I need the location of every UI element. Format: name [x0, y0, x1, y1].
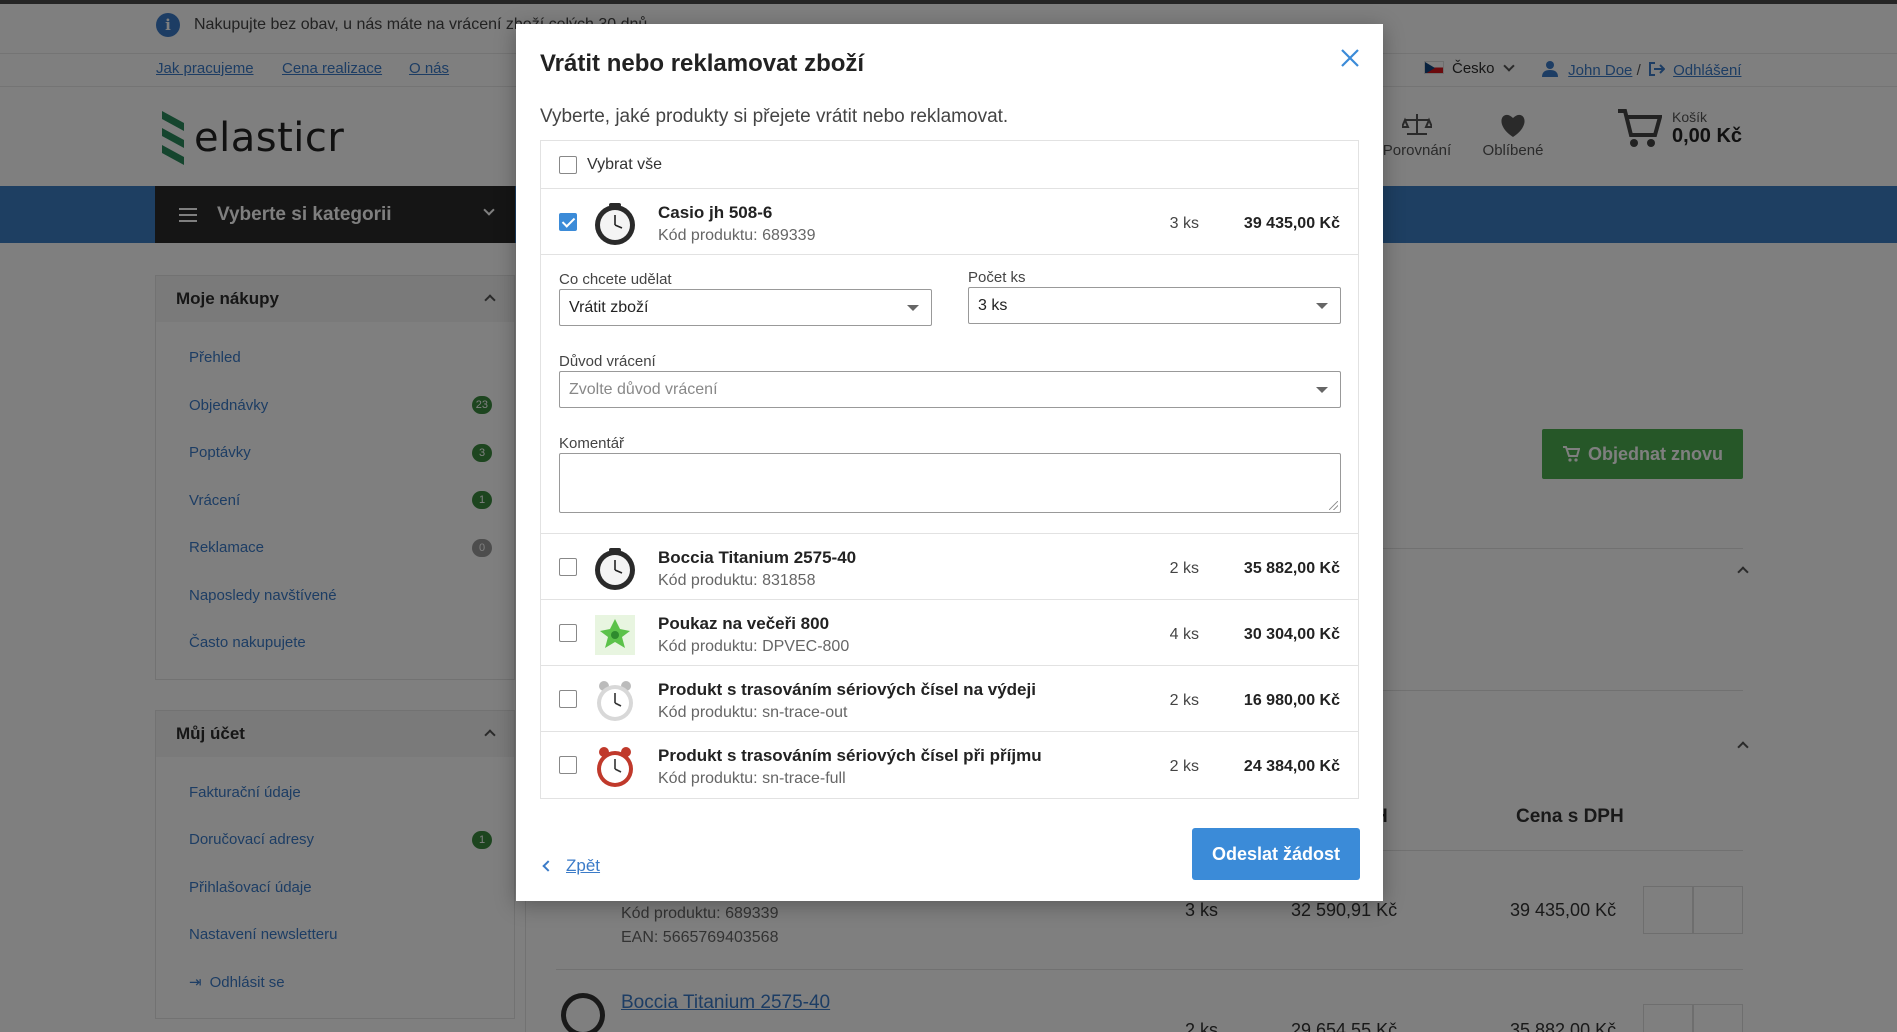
product-row: Produkt s trasováním sériových čísel při… — [541, 732, 1358, 798]
action-select[interactable]: Vrátit zboží — [559, 289, 932, 326]
submit-request-button[interactable]: Odeslat žádost — [1192, 828, 1360, 880]
back-link[interactable]: Zpět — [540, 856, 600, 876]
resize-grip-icon[interactable] — [1329, 501, 1338, 510]
product-quantity: 3 ks — [1169, 215, 1199, 232]
dropdown-arrow-icon — [1316, 387, 1328, 393]
product-name: Boccia Titanium 2575-40 — [658, 548, 857, 567]
comment-textarea[interactable] — [559, 453, 1341, 513]
action-label: Co chcete udělat — [559, 271, 672, 288]
product-checkbox[interactable] — [559, 213, 577, 231]
quantity-label: Počet ks — [968, 269, 1026, 286]
return-modal: Vrátit nebo reklamovat zboží Vyberte, ja… — [516, 24, 1383, 901]
red-alarm-clock-thumbnail — [597, 747, 633, 787]
comment-label: Komentář — [559, 435, 625, 452]
dropdown-arrow-icon — [907, 305, 919, 311]
product-price: 35 882,00 Kč — [1243, 560, 1340, 577]
reason-select[interactable]: Zvolte důvod vrácení — [559, 371, 1341, 408]
return-detail-form: Co chcete udělat Vrátit zboží Počet ks 3… — [541, 255, 1358, 534]
gift-voucher-thumbnail — [595, 615, 635, 655]
black-clock-thumbnail — [595, 548, 635, 590]
close-icon[interactable] — [1336, 44, 1364, 72]
product-code: Kód produktu: 689339 — [658, 227, 816, 244]
product-price: 16 980,00 Kč — [1243, 692, 1340, 709]
product-name: Produkt s trasováním sériových čísel při… — [658, 746, 1042, 765]
product-name: Poukaz na večeři 800 — [658, 614, 830, 633]
product-list: Vybrat vše Casio jh 508-6 Kód produktu: … — [540, 140, 1359, 799]
quantity-select[interactable]: 3 ks — [968, 287, 1341, 324]
modal-subtitle: Vyberte, jaké produkty si přejete vrátit… — [540, 106, 1009, 127]
product-checkbox[interactable] — [559, 756, 577, 774]
product-checkbox[interactable] — [559, 624, 577, 642]
product-row: Poukaz na večeři 800 Kód produktu: DPVEC… — [541, 600, 1358, 666]
product-name: Produkt s trasováním sériových čísel na … — [658, 680, 1036, 699]
product-row: Casio jh 508-6 Kód produktu: 689339 3 ks… — [541, 189, 1358, 255]
product-row: Boccia Titanium 2575-40 Kód produktu: 83… — [541, 534, 1358, 600]
select-all-checkbox[interactable] — [559, 155, 577, 174]
reason-label: Důvod vrácení — [559, 353, 656, 370]
modal-title: Vrátit nebo reklamovat zboží — [540, 50, 865, 77]
product-quantity: 2 ks — [1169, 758, 1199, 775]
product-price: 30 304,00 Kč — [1243, 626, 1340, 643]
dropdown-arrow-icon — [1316, 303, 1328, 309]
select-all-row[interactable]: Vybrat vše — [541, 141, 1358, 189]
product-code: Kód produktu: sn-trace-out — [658, 704, 848, 721]
product-quantity: 2 ks — [1169, 560, 1199, 577]
product-code: Kód produktu: sn-trace-full — [658, 770, 846, 787]
product-checkbox[interactable] — [559, 690, 577, 708]
product-price: 39 435,00 Kč — [1243, 215, 1340, 232]
product-price: 24 384,00 Kč — [1243, 758, 1340, 775]
product-checkbox[interactable] — [559, 558, 577, 576]
product-code: Kód produktu: DPVEC-800 — [658, 638, 850, 655]
white-alarm-clock-thumbnail — [597, 681, 633, 721]
product-quantity: 2 ks — [1169, 692, 1199, 709]
chevron-left-icon — [542, 860, 554, 872]
product-code: Kód produktu: 831858 — [658, 572, 816, 589]
product-name: Casio jh 508-6 — [658, 203, 773, 222]
product-quantity: 4 ks — [1169, 626, 1199, 643]
product-row: Produkt s trasováním sériových čísel na … — [541, 666, 1358, 732]
black-clock-thumbnail — [595, 203, 635, 245]
